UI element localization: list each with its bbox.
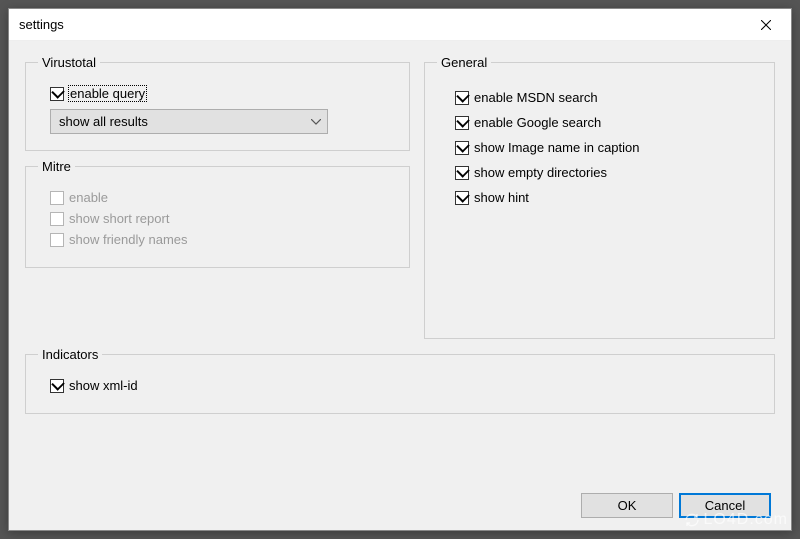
xml-id-row[interactable]: show xml-id [38,378,762,393]
empty-dirs-checkbox[interactable] [455,166,469,180]
mitre-short-report-label: show short report [69,211,169,226]
mitre-friendly-names-row: show friendly names [38,232,397,247]
mitre-group: Mitre enable show short report show frie… [25,159,410,268]
mitre-short-report-row: show short report [38,211,397,226]
msdn-row[interactable]: enable MSDN search [437,90,762,105]
image-caption-label: show Image name in caption [474,140,639,155]
google-row[interactable]: enable Google search [437,115,762,130]
image-caption-checkbox[interactable] [455,141,469,155]
enable-query-label: enable query [69,86,146,101]
results-dropdown-value: show all results [59,114,311,129]
titlebar: settings [9,9,791,41]
general-group: General enable MSDN search enable Google… [424,55,775,339]
results-dropdown[interactable]: show all results [50,109,328,134]
image-caption-row[interactable]: show Image name in caption [437,140,762,155]
close-icon [761,20,771,30]
mitre-friendly-names-label: show friendly names [69,232,188,247]
mitre-enable-checkbox [50,191,64,205]
mitre-enable-label: enable [69,190,108,205]
indicators-group: Indicators show xml-id [25,347,775,414]
empty-dirs-label: show empty directories [474,165,607,180]
google-checkbox[interactable] [455,116,469,130]
virustotal-legend: Virustotal [38,55,100,70]
mitre-short-report-checkbox [50,212,64,226]
close-button[interactable] [743,9,789,40]
right-column: General enable MSDN search enable Google… [424,55,775,339]
general-legend: General [437,55,491,70]
settings-window: settings Virustotal enable query show al… [8,8,792,531]
hint-checkbox[interactable] [455,191,469,205]
empty-dirs-row[interactable]: show empty directories [437,165,762,180]
indicators-legend: Indicators [38,347,102,362]
xml-id-checkbox[interactable] [50,379,64,393]
cancel-button[interactable]: Cancel [679,493,771,518]
mitre-friendly-names-checkbox [50,233,64,247]
msdn-checkbox[interactable] [455,91,469,105]
button-row: OK Cancel [25,483,775,522]
xml-id-label: show xml-id [69,378,138,393]
left-column: Virustotal enable query show all results… [25,55,410,339]
enable-query-row[interactable]: enable query [38,86,397,101]
virustotal-group: Virustotal enable query show all results [25,55,410,151]
hint-label: show hint [474,190,529,205]
window-title: settings [19,17,743,32]
mitre-legend: Mitre [38,159,75,174]
google-label: enable Google search [474,115,601,130]
enable-query-checkbox[interactable] [50,87,64,101]
content-area: Virustotal enable query show all results… [9,41,791,530]
msdn-label: enable MSDN search [474,90,598,105]
ok-button[interactable]: OK [581,493,673,518]
chevron-down-icon [311,119,321,125]
mitre-enable-row: enable [38,190,397,205]
hint-row[interactable]: show hint [437,190,762,205]
columns: Virustotal enable query show all results… [25,55,775,339]
